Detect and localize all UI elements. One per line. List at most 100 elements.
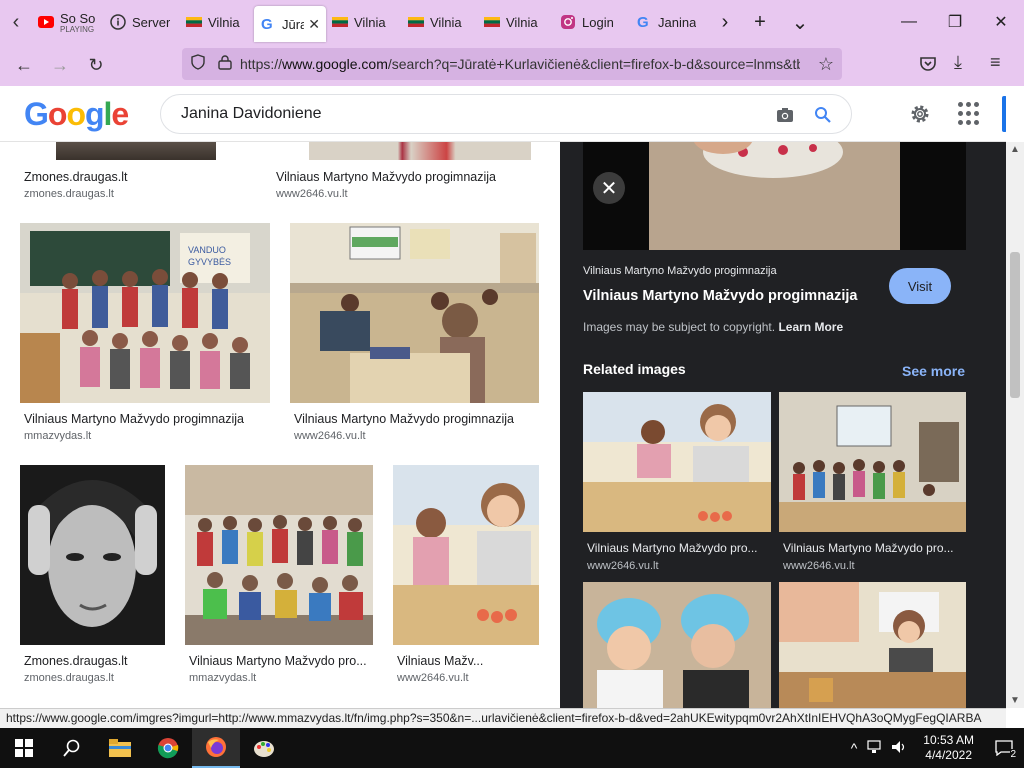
result-title[interactable]: Vilniaus Martyno Mažvydo progimnazija: [276, 170, 536, 184]
tab-playing-label: PLAYING: [60, 24, 95, 34]
result-source[interactable]: www2646.vu.lt: [276, 188, 348, 200]
close-preview-icon[interactable]: ✕: [593, 172, 625, 204]
copyright-text: Images may be subject to copyright.: [583, 320, 776, 334]
result-thumbnail-portrait[interactable]: [20, 465, 165, 645]
tab-scroll-left-button[interactable]: ‹: [0, 0, 32, 44]
url-text[interactable]: https://www.google.com/search?q=Jūratė+K…: [240, 56, 800, 72]
related-thumbnail-classroom[interactable]: [779, 392, 966, 532]
status-link-preview: https://www.google.com/imgres?imgurl=htt…: [0, 708, 1006, 728]
preview-image[interactable]: [583, 142, 966, 250]
paint-icon[interactable]: [240, 728, 288, 768]
related-title[interactable]: Vilniaus Martyno Mažvydo pro...: [587, 541, 769, 555]
camera-search-icon[interactable]: [773, 103, 797, 127]
settings-gear-icon[interactable]: [906, 100, 934, 128]
taskbar-search-icon[interactable]: [48, 728, 96, 768]
url-scheme: https://: [240, 56, 283, 72]
scroll-down-arrow-icon[interactable]: ▼: [1010, 695, 1020, 706]
see-more-link[interactable]: See more: [902, 363, 965, 379]
search-icon[interactable]: [811, 103, 835, 127]
network-icon[interactable]: [867, 739, 883, 757]
result-source[interactable]: mmazvydas.lt: [24, 430, 91, 442]
result-source[interactable]: zmones.draugas.lt: [24, 672, 114, 684]
related-thumbnail-hairnets[interactable]: [583, 582, 771, 708]
notification-center-icon[interactable]: 2: [984, 728, 1024, 768]
result-title[interactable]: Vilniaus Martyno Mažvydo pro...: [189, 654, 371, 668]
result-title[interactable]: Vilniaus Mažv...: [397, 654, 537, 668]
tab-label: Jūrat: [282, 16, 305, 32]
preview-title[interactable]: Vilniaus Martyno Mažvydo progimnazija: [583, 288, 857, 304]
svg-text:G: G: [261, 16, 273, 32]
chrome-icon[interactable]: [144, 728, 192, 768]
windows-start-icon[interactable]: [0, 728, 48, 768]
show-hidden-icons-chevron-icon[interactable]: ^: [851, 740, 858, 756]
tab-active-google[interactable]: G Jūrat ✕: [254, 6, 326, 42]
preview-site-name[interactable]: Vilniaus Martyno Mažvydo progimnazija: [583, 265, 777, 277]
file-explorer-icon[interactable]: [96, 728, 144, 768]
result-thumbnail[interactable]: [309, 142, 531, 160]
visit-button[interactable]: Visit: [889, 268, 951, 304]
minimize-window-button[interactable]: —: [886, 0, 932, 44]
tab-vilnia-4[interactable]: Vilnia: [478, 4, 554, 40]
lithuania-flag-icon: [408, 14, 424, 30]
reload-icon[interactable]: ↻: [78, 47, 114, 83]
forward-arrow-icon[interactable]: →: [42, 47, 78, 83]
result-title[interactable]: Zmones.draugas.lt: [24, 654, 164, 668]
svg-text:G: G: [637, 14, 649, 30]
related-title[interactable]: Vilniaus Martyno Mažvydo pro...: [783, 541, 965, 555]
tab-server[interactable]: Server: [104, 4, 180, 40]
tab-scroll-right-button[interactable]: ›: [710, 0, 740, 44]
tab-vilnia-2[interactable]: Vilnia: [326, 4, 402, 40]
scroll-up-arrow-icon[interactable]: ▲: [1010, 144, 1020, 155]
result-thumbnail-girls-table[interactable]: [393, 465, 539, 645]
related-thumbnail-girls-table[interactable]: [583, 392, 771, 532]
info-icon: [110, 14, 126, 30]
google-header: Google: [0, 86, 1024, 142]
scrollbar-thumb[interactable]: [1010, 252, 1020, 398]
result-source[interactable]: mmazvydas.lt: [189, 672, 256, 684]
result-title[interactable]: Vilniaus Martyno Mažvydo progimnazija: [24, 412, 264, 426]
related-thumbnail-girl-classroom[interactable]: [779, 582, 966, 708]
tab-vilnia-3[interactable]: Vilnia: [402, 4, 478, 40]
restore-window-button[interactable]: ❐: [932, 0, 978, 44]
image-results-grid: Zmones.draugas.lt zmones.draugas.lt Viln…: [0, 142, 558, 708]
related-source[interactable]: www2646.vu.lt: [783, 560, 855, 572]
close-tab-icon[interactable]: ✕: [308, 16, 320, 33]
list-all-tabs-chevron-icon[interactable]: ⌄: [780, 0, 820, 44]
result-thumbnail-classroom[interactable]: [290, 223, 539, 403]
bookmark-star-icon[interactable]: ☆: [818, 54, 834, 75]
learn-more-link[interactable]: Learn More: [778, 320, 843, 334]
firefox-icon[interactable]: [192, 728, 240, 768]
result-title[interactable]: Zmones.draugas.lt: [24, 170, 244, 184]
page-vertical-scrollbar[interactable]: ▲ ▼: [1006, 142, 1024, 708]
result-thumbnail[interactable]: [56, 142, 216, 160]
tracking-shield-icon[interactable]: [190, 53, 206, 75]
close-window-button[interactable]: ✕: [978, 0, 1024, 44]
google-search-box[interactable]: [160, 94, 852, 134]
google-logo[interactable]: Google: [24, 96, 129, 133]
result-source[interactable]: zmones.draugas.lt: [24, 188, 114, 200]
menu-hamburger-icon[interactable]: ≡: [990, 52, 1001, 73]
pocket-icon[interactable]: [918, 54, 938, 79]
tab-vilnia-1[interactable]: Vilnia: [180, 4, 254, 40]
result-thumbnail-class-photo[interactable]: VANDUO GYVYBĖS: [20, 223, 270, 403]
result-thumbnail-group-photo[interactable]: [185, 465, 373, 645]
search-input[interactable]: [181, 105, 741, 123]
tab-janina[interactable]: G Janina: [630, 4, 710, 40]
related-source[interactable]: www2646.vu.lt: [587, 560, 659, 572]
lithuania-flag-icon: [186, 14, 202, 30]
url-domain: www.google.com: [282, 56, 388, 72]
google-icon: G: [636, 14, 652, 30]
downloads-icon[interactable]: ⤓: [954, 52, 962, 73]
tab-youtube[interactable]: So So PLAYING: [32, 4, 104, 40]
result-source[interactable]: www2646.vu.lt: [294, 430, 366, 442]
result-title[interactable]: Vilniaus Martyno Mažvydo progimnazija: [294, 412, 539, 426]
taskbar-clock[interactable]: 10:53 AM 4/4/2022: [923, 733, 974, 763]
address-bar[interactable]: https://www.google.com/search?q=Jūratė+K…: [182, 48, 842, 80]
tab-instagram[interactable]: Login: [554, 4, 630, 40]
new-tab-plus-icon[interactable]: +: [740, 0, 780, 44]
google-apps-grid-icon[interactable]: [958, 102, 982, 126]
lock-icon[interactable]: [218, 54, 232, 75]
volume-icon[interactable]: [891, 740, 907, 757]
result-source[interactable]: www2646.vu.lt: [397, 672, 469, 684]
back-arrow-icon[interactable]: ←: [6, 47, 42, 83]
